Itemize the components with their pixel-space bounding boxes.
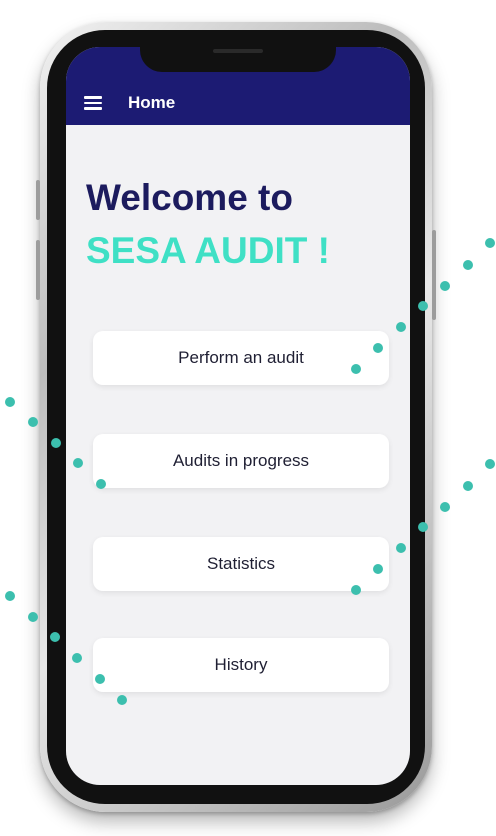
perform-audit-button[interactable]: Perform an audit — [93, 331, 389, 385]
decorative-dot — [28, 417, 38, 427]
app-screen: Home Welcome to SESA AUDIT ! Perform an … — [66, 47, 410, 785]
decorative-dot — [485, 459, 495, 469]
phone-speaker — [213, 49, 263, 53]
welcome-heading: Welcome to — [86, 177, 293, 218]
decorative-dot — [440, 281, 450, 291]
phone-notch — [140, 40, 336, 72]
app-bar-title: Home — [128, 93, 176, 112]
decorative-dot — [5, 397, 15, 407]
decorative-dot — [485, 238, 495, 248]
history-button[interactable]: History — [93, 638, 389, 692]
hamburger-menu-icon[interactable] — [84, 96, 102, 110]
mockup-stage: Home Welcome to SESA AUDIT ! Perform an … — [0, 0, 496, 836]
decorative-dot — [463, 481, 473, 491]
phone-volume-button — [36, 180, 40, 220]
audits-in-progress-button[interactable]: Audits in progress — [93, 434, 389, 488]
app-name-heading: SESA AUDIT ! — [86, 230, 330, 271]
decorative-dot — [440, 502, 450, 512]
statistics-button[interactable]: Statistics — [93, 537, 389, 591]
phone-power-button — [432, 230, 436, 320]
decorative-dot — [28, 612, 38, 622]
decorative-dot — [463, 260, 473, 270]
decorative-dot — [5, 591, 15, 601]
phone-volume-button — [36, 240, 40, 300]
